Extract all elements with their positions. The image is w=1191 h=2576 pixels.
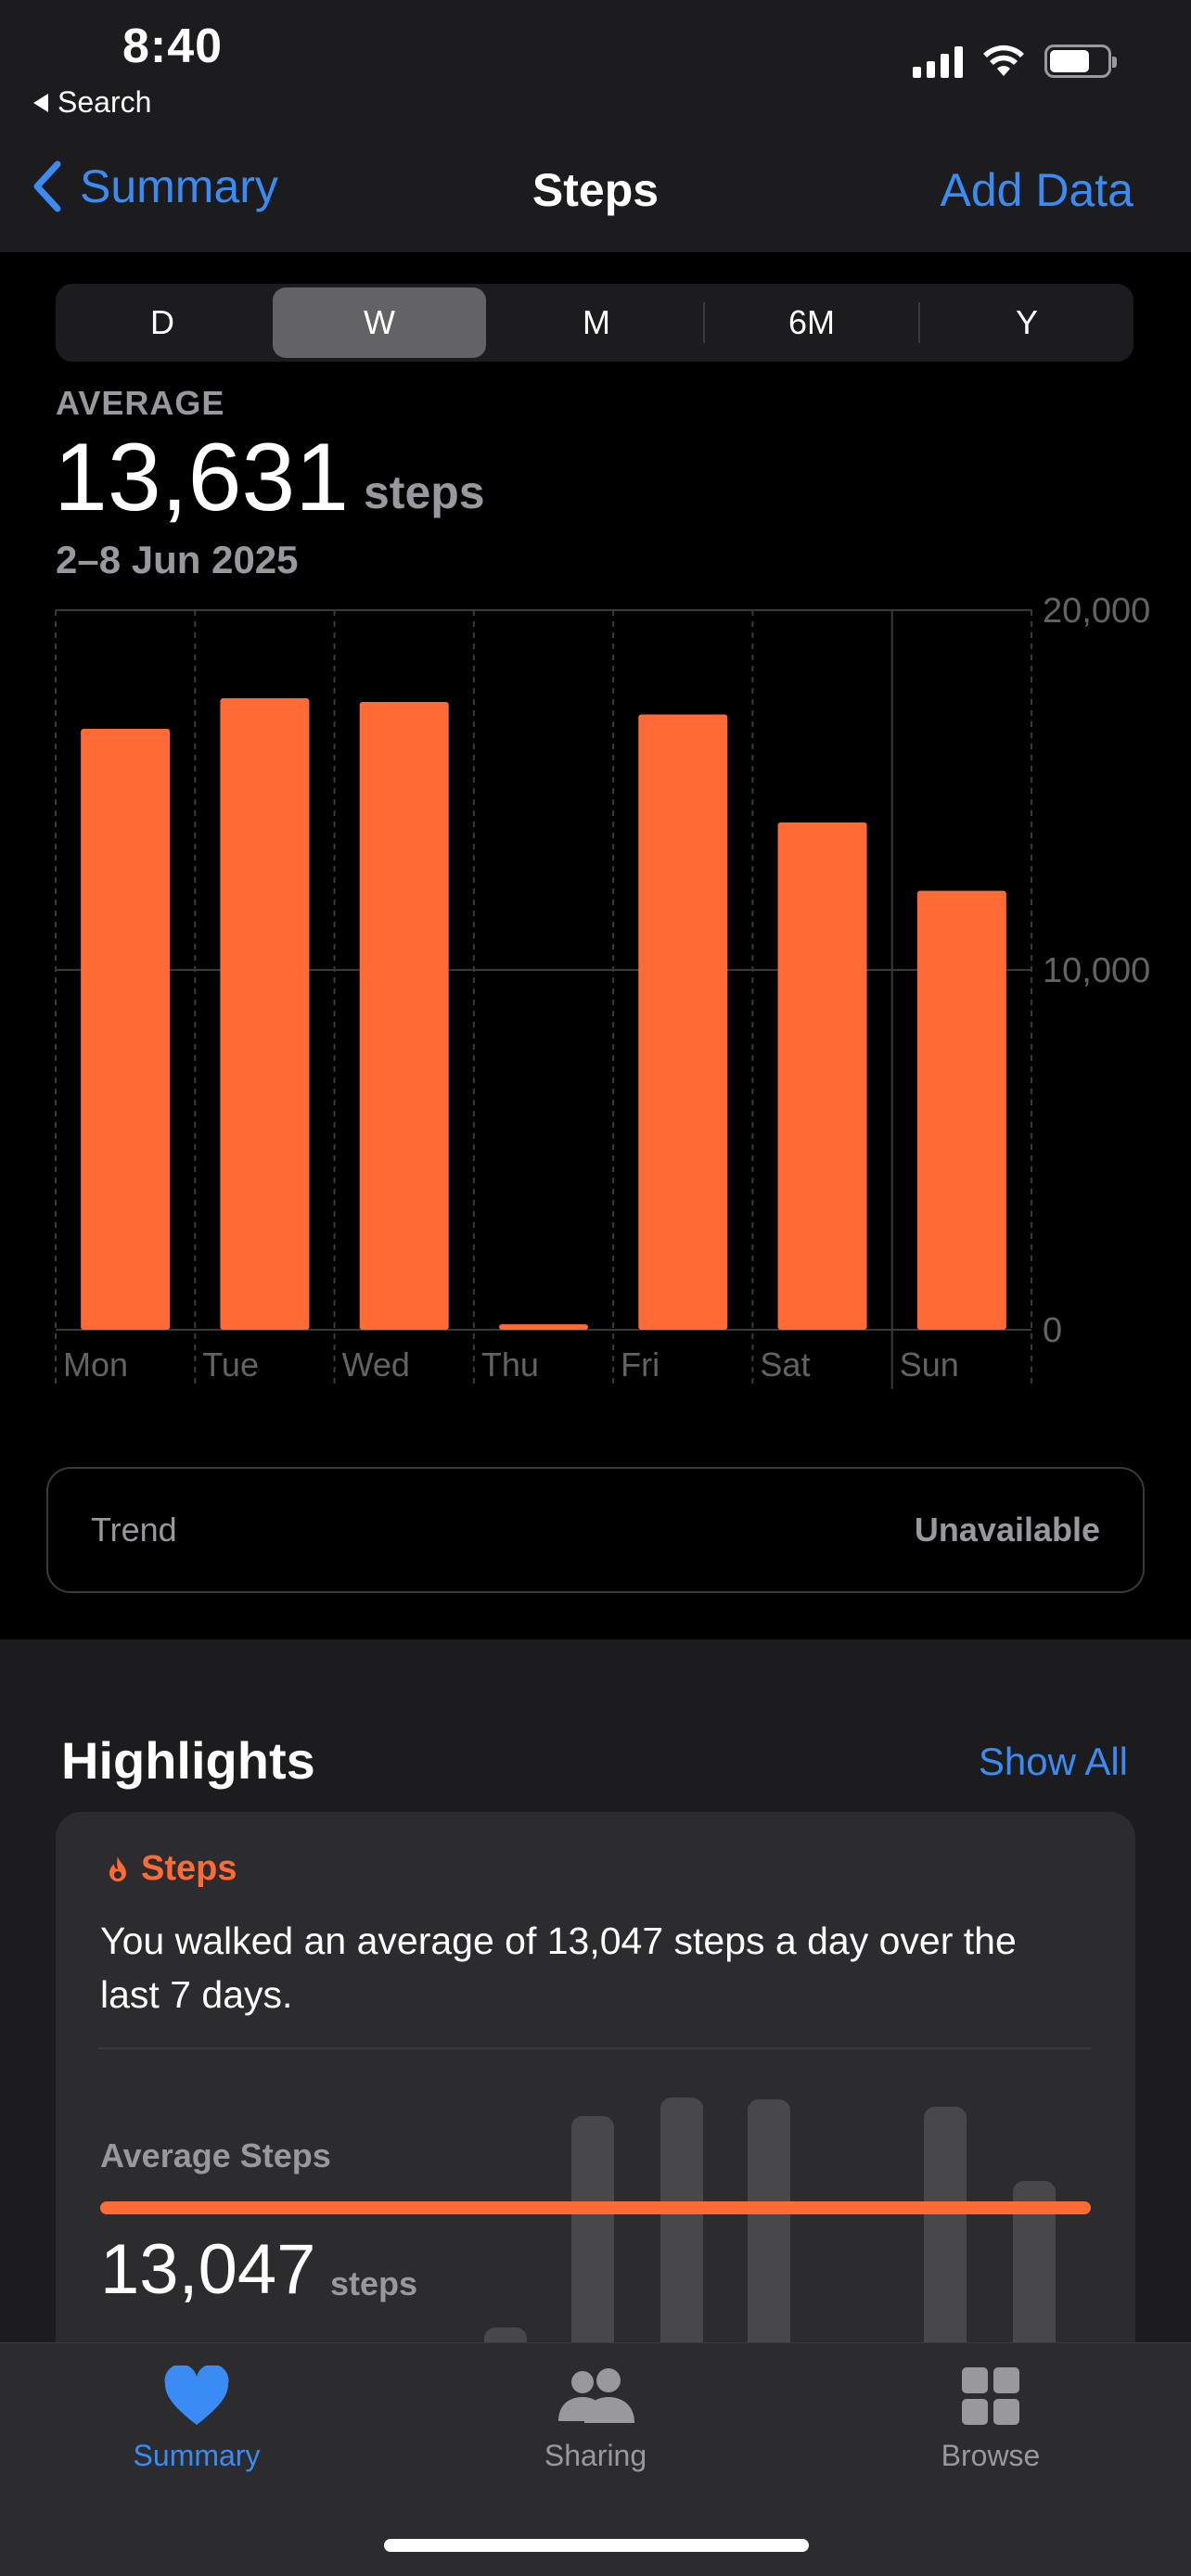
- back-triangle-icon: [33, 93, 48, 112]
- back-app-label: Search: [58, 85, 152, 119]
- segment-w[interactable]: W: [273, 287, 486, 358]
- trend-label: Trend: [91, 1511, 177, 1549]
- mini-bar-tue: [924, 2107, 967, 2368]
- back-to-app-link[interactable]: Search: [33, 85, 151, 120]
- bar-mon: [81, 729, 171, 1330]
- cellular-signal-icon: [913, 45, 963, 78]
- tab-browse-label: Browse: [941, 2439, 1041, 2472]
- bar-sat: [777, 822, 867, 1330]
- y-tick-label: 20,000: [1043, 593, 1150, 631]
- average-label: AVERAGE: [56, 384, 225, 422]
- segment-6m[interactable]: 6M: [705, 287, 918, 358]
- bar-fri: [638, 714, 728, 1330]
- x-tick-label: Tue: [202, 1345, 259, 1384]
- segment-m[interactable]: M: [490, 287, 703, 358]
- trend-value: Unavailable: [914, 1511, 1100, 1549]
- average-steps-label: Average Steps: [100, 2136, 331, 2174]
- date-range: 2–8 Jun 2025: [56, 538, 299, 581]
- tab-browse[interactable]: Browse: [870, 2366, 1111, 2473]
- trend-row[interactable]: Trend Unavailable: [46, 1467, 1145, 1593]
- bar-thu: [499, 1324, 588, 1330]
- x-tick-label: Thu: [481, 1345, 539, 1384]
- range-segmented-control: D W M 6M Y: [56, 284, 1133, 362]
- x-tick-label: Wed: [342, 1345, 410, 1384]
- status-time: 8:40: [122, 19, 224, 73]
- people-icon: [558, 2368, 634, 2423]
- card-tag-label: Steps: [141, 1849, 237, 1888]
- flame-icon: [109, 1855, 126, 1881]
- bar-sun: [916, 890, 1006, 1330]
- grid-icon: [962, 2367, 1019, 2425]
- home-indicator: [384, 2539, 809, 2552]
- card-summary-text: You walked an average of 13,047 steps a …: [100, 1919, 1017, 2016]
- wifi-icon: [983, 45, 1024, 76]
- average-steps-unit: steps: [330, 2264, 418, 2302]
- heart-icon: [164, 2364, 229, 2425]
- average-line: [100, 2201, 1091, 2214]
- highlight-card[interactable]: Steps You walked an average of 13,047 st…: [56, 1812, 1135, 2368]
- segment-d[interactable]: D: [56, 287, 269, 358]
- x-tick-label: Fri: [621, 1345, 660, 1384]
- steps-bar-chart[interactable]: 0 10,000 20,000 Mon Tue Wed Thu Fri Sat Sun: [0, 593, 1191, 1400]
- mini-bar-sun-prev: [748, 2099, 790, 2368]
- segment-y[interactable]: Y: [920, 287, 1133, 358]
- highlights-title: Highlights: [61, 1731, 315, 1790]
- x-tick-label: Sat: [760, 1345, 810, 1384]
- add-data-button[interactable]: Add Data: [941, 163, 1133, 217]
- card-divider: [98, 2047, 1091, 2049]
- average-unit: steps: [364, 466, 485, 518]
- tab-summary[interactable]: Summary: [76, 2364, 317, 2473]
- status-icons: [913, 45, 1117, 78]
- average-value: 13,631: [54, 424, 350, 531]
- tab-sharing-label: Sharing: [544, 2439, 647, 2472]
- mini-bar-fri-prev: [571, 2116, 614, 2368]
- average-steps-value: 13,047: [100, 2230, 316, 2309]
- show-all-button[interactable]: Show All: [979, 1740, 1128, 1784]
- tab-sharing[interactable]: Sharing: [475, 2366, 716, 2473]
- bar-wed: [359, 701, 449, 1330]
- card-tag: Steps: [106, 1849, 237, 1889]
- x-tick-label: Mon: [63, 1345, 128, 1384]
- y-tick-label: 0: [1043, 1311, 1062, 1350]
- tab-summary-label: Summary: [133, 2439, 261, 2472]
- x-tick-label: Sun: [900, 1345, 959, 1384]
- battery-icon: [1044, 45, 1117, 78]
- y-tick-label: 10,000: [1043, 951, 1150, 990]
- mini-bar-sat-prev: [660, 2098, 703, 2368]
- bar-tue: [220, 698, 310, 1330]
